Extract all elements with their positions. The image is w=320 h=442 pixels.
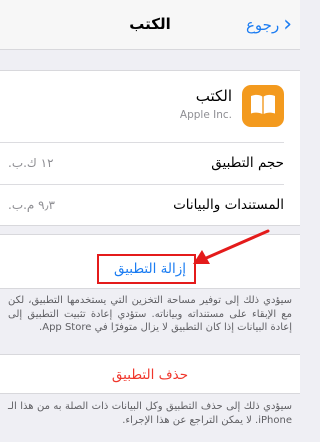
- app-info-card: الكتب Apple Inc. حجم التطبيق ١٢ ك.ب. الم…: [0, 70, 300, 226]
- annotation-arrow-icon: [193, 229, 270, 264]
- documents-data-value: ٩٫٣ م.ب.: [8, 198, 55, 212]
- delete-footnote: سيؤدي ذلك إلى حذف التطبيق وكل البيانات ذ…: [8, 401, 292, 426]
- documents-data-row: المستندات والبيانات ٩٫٣ م.ب.: [0, 185, 300, 227]
- back-label: رجوع: [245, 16, 280, 34]
- app-header-row: الكتب Apple Inc.: [0, 71, 300, 142]
- navigation-bar: الكتب رجوع ›: [0, 0, 300, 50]
- app-name: الكتب: [195, 87, 232, 105]
- app-developer: Apple Inc.: [179, 109, 232, 121]
- offload-footnote: سيؤدي ذلك إلى توفير مساحة التخزين التي ي…: [8, 295, 292, 333]
- books-app-icon: [242, 85, 284, 127]
- delete-app-card: حذف التطبيق: [0, 354, 300, 394]
- app-size-label: حجم التطبيق: [211, 155, 284, 171]
- app-size-value: ١٢ ك.ب.: [8, 156, 54, 170]
- chevron-right-icon: ›: [283, 12, 292, 37]
- documents-data-label: المستندات والبيانات: [173, 197, 284, 213]
- app-size-row: حجم التطبيق ١٢ ك.ب.: [0, 143, 300, 185]
- back-button[interactable]: رجوع ›: [246, 14, 292, 36]
- app-storage-screen: الكتب رجوع › الكتب Apple Inc. حجم التطبي…: [0, 0, 300, 442]
- delete-app-button[interactable]: حذف التطبيق: [0, 367, 300, 383]
- annotation-highlight-box: [97, 254, 196, 284]
